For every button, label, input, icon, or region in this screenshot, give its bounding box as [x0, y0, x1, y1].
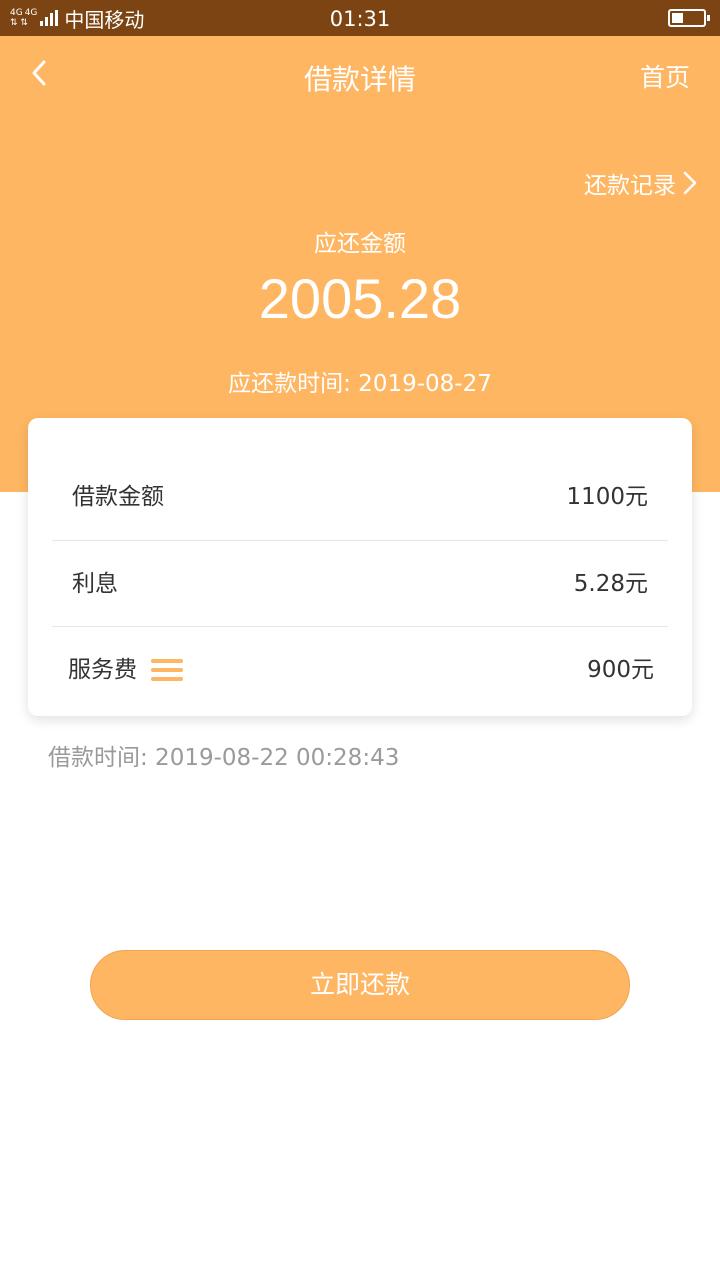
loan-detail-card: 借款金额 1100元 利息 5.28元 服务费 900元 — [28, 418, 692, 716]
status-bar: 4G 4G ⇅ ⇅ 中国移动 01:31 — [0, 0, 720, 36]
home-link[interactable]: 首页 — [640, 58, 690, 94]
loan-amount-label: 借款金额 — [72, 484, 164, 510]
due-amount: 2005.28 — [258, 267, 462, 330]
detail-row-loan-amount: 借款金额 1100元 — [52, 454, 668, 540]
loan-time: 借款时间: 2019-08-22 00:28:43 — [48, 745, 400, 771]
menu-icon[interactable] — [151, 659, 183, 681]
due-amount-label: 应还金额 — [314, 231, 406, 257]
loan-amount-value: 1100元 — [566, 484, 648, 510]
chevron-right-icon — [683, 171, 697, 195]
due-date: 应还款时间: 2019-08-27 — [228, 371, 492, 397]
interest-label: 利息 — [72, 571, 118, 597]
service-fee-value: 900元 — [587, 657, 654, 683]
battery-icon — [668, 9, 710, 27]
service-fee-label-group: 服务费 — [68, 627, 183, 713]
detail-row-interest: 利息 5.28元 — [52, 540, 668, 626]
page-title: 借款详情 — [303, 63, 416, 96]
service-fee-label: 服务费 — [68, 657, 137, 683]
repayment-record-link[interactable]: 还款记录 — [584, 166, 698, 200]
repayment-record-label: 还款记录 — [584, 173, 676, 199]
repay-now-button[interactable]: 立即还款 — [90, 950, 630, 1020]
interest-value: 5.28元 — [573, 571, 648, 597]
detail-row-service-fee: 服务费 900元 — [52, 626, 668, 712]
status-time: 01:31 — [329, 7, 391, 31]
